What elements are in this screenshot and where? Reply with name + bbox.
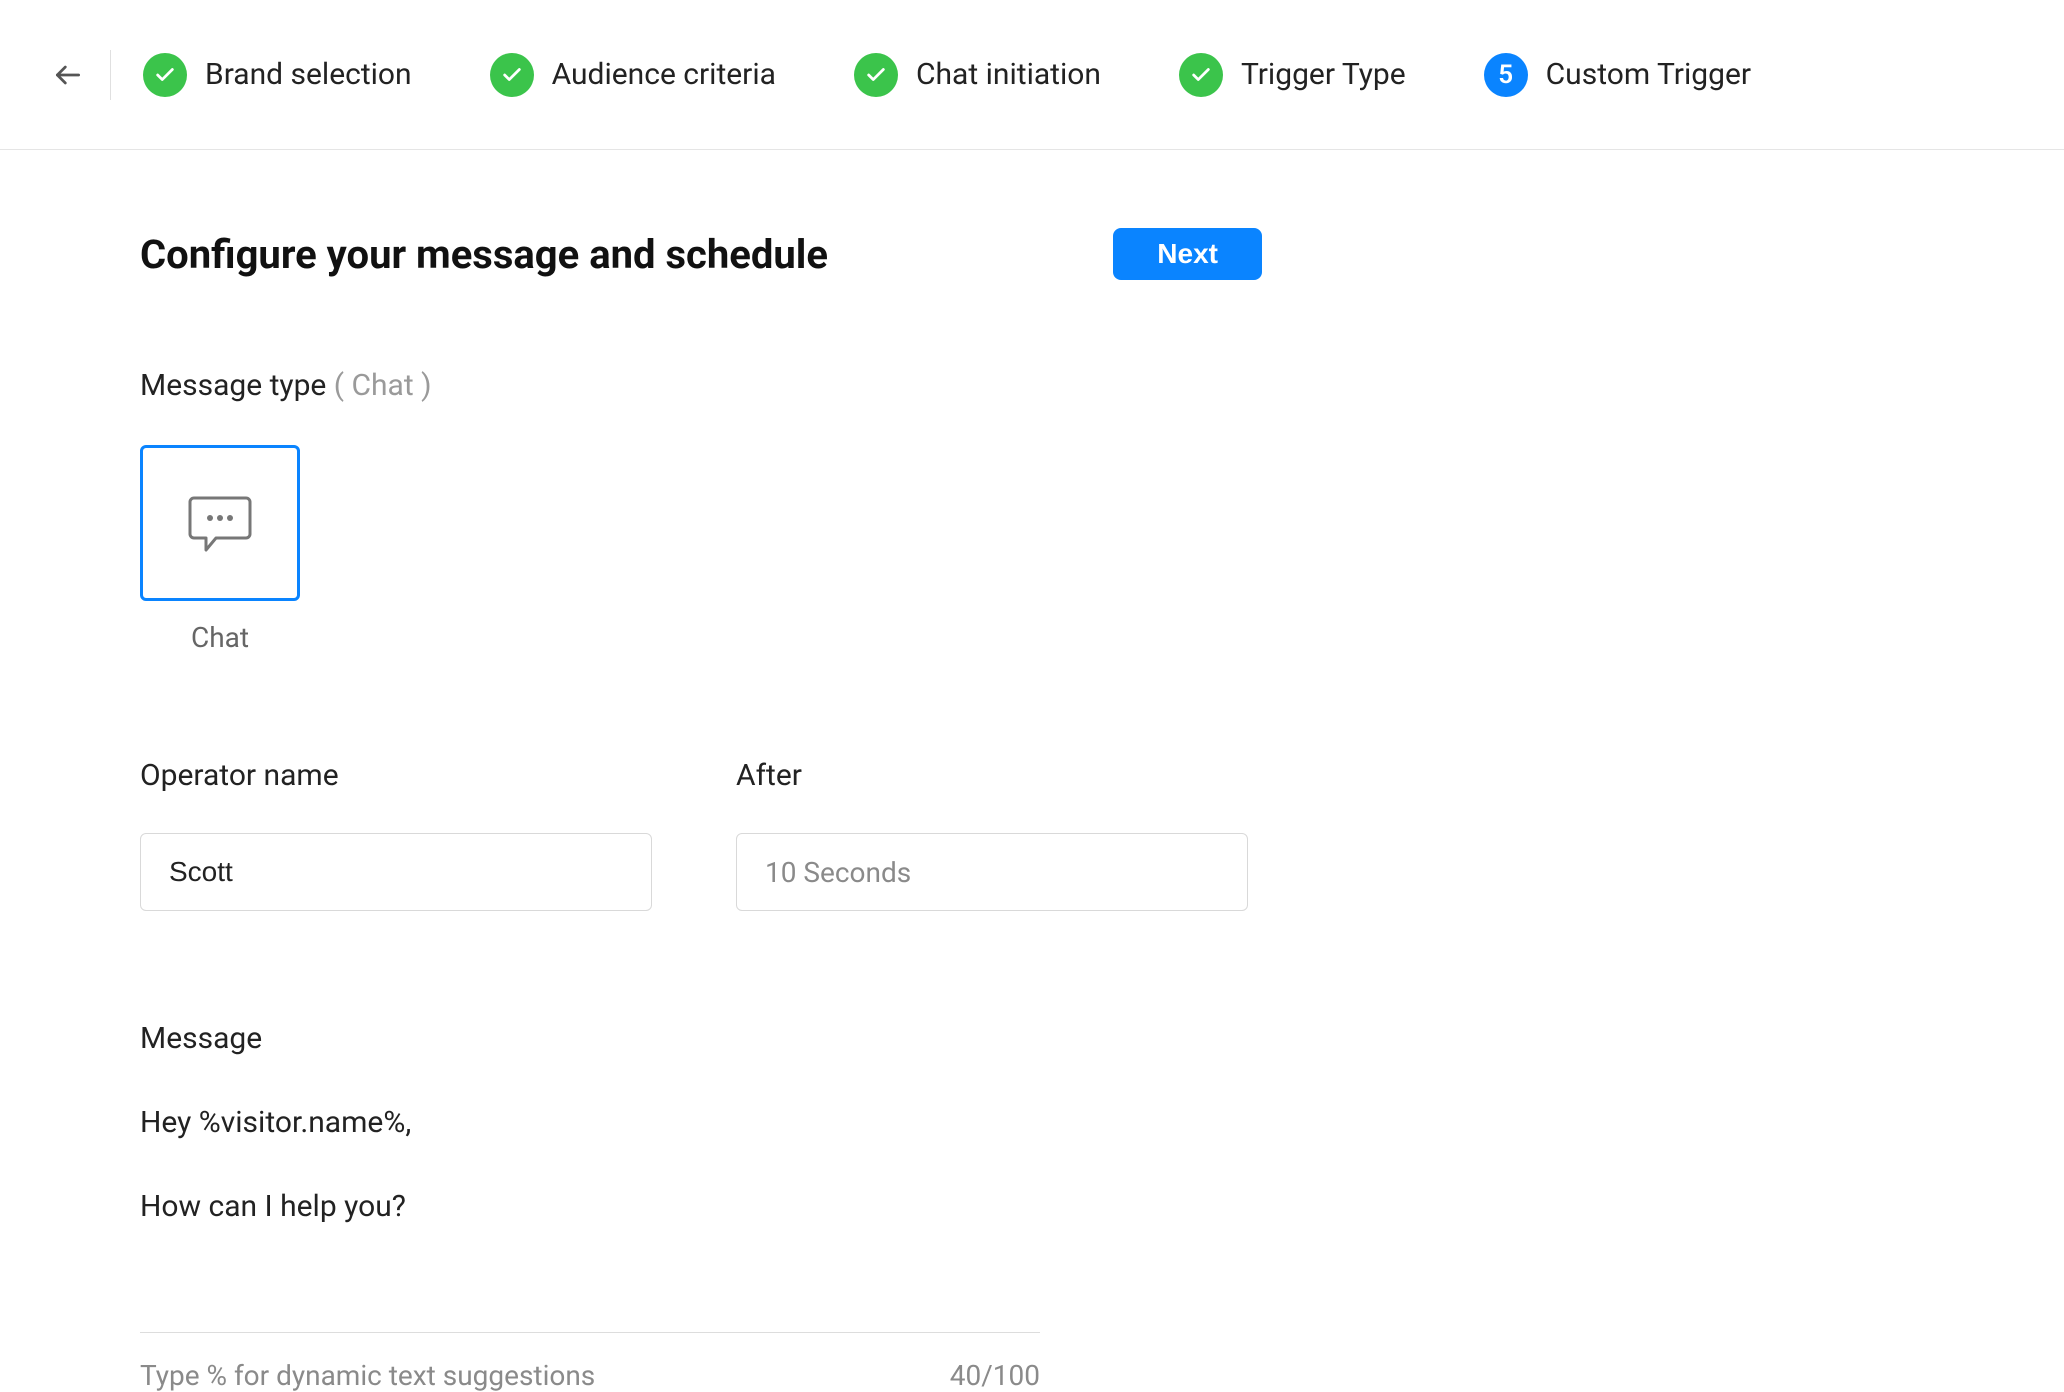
check-icon <box>143 53 187 97</box>
message-hint: Type % for dynamic text suggestions <box>140 1359 595 1392</box>
message-footer: Type % for dynamic text suggestions 40/1… <box>140 1332 1040 1392</box>
step-label: Audience criteria <box>552 57 776 92</box>
stepper: Brand selection Audience criteria Chat i… <box>143 53 1751 97</box>
message-type-label-text: Message type <box>140 368 326 403</box>
message-type-selected-hint: ( Chat ) <box>334 368 432 403</box>
operator-name-input[interactable] <box>140 833 652 911</box>
step-chat-initiation[interactable]: Chat initiation <box>854 53 1101 97</box>
message-type-chat[interactable]: Chat <box>140 445 300 654</box>
message-counter: 40/100 <box>950 1359 1040 1392</box>
step-label: Brand selection <box>205 57 412 92</box>
next-button[interactable]: Next <box>1113 228 1262 280</box>
check-icon <box>854 53 898 97</box>
title-row: Configure your message and schedule Next <box>140 228 1262 280</box>
after-select-value: 10 Seconds <box>765 856 911 889</box>
message-type-label: Message type ( Chat ) <box>140 368 1300 403</box>
message-type-options: Chat <box>140 445 1300 654</box>
message-section: Message Hey %visitor.name%, How can I he… <box>140 1021 1300 1392</box>
step-number-icon: 5 <box>1484 53 1528 97</box>
divider <box>110 50 111 100</box>
after-select[interactable]: 10 Seconds <box>736 833 1248 911</box>
message-textarea[interactable]: Hey %visitor.name%, How can I help you? <box>140 1102 1040 1302</box>
back-button[interactable] <box>48 55 88 95</box>
check-icon <box>1179 53 1223 97</box>
after-field: After 10 Seconds <box>736 758 1248 911</box>
message-type-chat-box <box>140 445 300 601</box>
operator-name-field: Operator name <box>140 758 652 911</box>
operator-name-label: Operator name <box>140 758 652 793</box>
step-label: Chat initiation <box>916 57 1101 92</box>
message-type-chat-caption: Chat <box>140 621 300 654</box>
step-brand-selection[interactable]: Brand selection <box>143 53 412 97</box>
main-content: Configure your message and schedule Next… <box>0 150 1300 1392</box>
step-audience-criteria[interactable]: Audience criteria <box>490 53 776 97</box>
page-title: Configure your message and schedule <box>140 231 828 278</box>
step-label: Custom Trigger <box>1546 57 1751 92</box>
step-label: Trigger Type <box>1241 57 1406 92</box>
stepper-bar: Brand selection Audience criteria Chat i… <box>0 0 2064 150</box>
check-icon <box>490 53 534 97</box>
after-label: After <box>736 758 1248 793</box>
step-custom-trigger[interactable]: 5 Custom Trigger <box>1484 53 1751 97</box>
message-label: Message <box>140 1021 1300 1056</box>
step-trigger-type[interactable]: Trigger Type <box>1179 53 1406 97</box>
chat-icon <box>188 494 252 552</box>
form-row: Operator name After 10 Seconds <box>140 758 1300 911</box>
arrow-left-icon <box>52 59 84 91</box>
